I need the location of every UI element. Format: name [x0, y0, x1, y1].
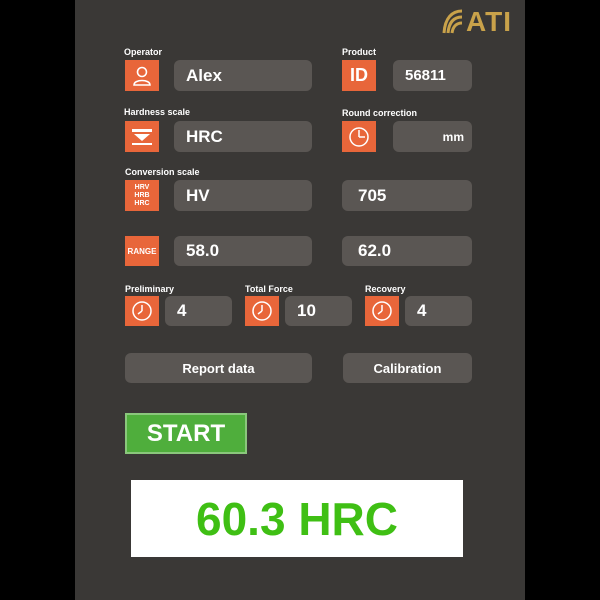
clock-icon: [132, 301, 152, 321]
operator-field[interactable]: Alex: [174, 60, 312, 91]
hardness-scale-label: Hardness scale: [124, 107, 191, 117]
range-max-field[interactable]: 62.0: [342, 236, 472, 266]
dial-icon: [349, 126, 369, 147]
range-icon-text: RANGE: [127, 246, 157, 256]
preliminary-field[interactable]: 4: [165, 296, 232, 326]
indenter-icon: [132, 128, 152, 145]
result-display: 60.3 HRC: [131, 480, 463, 557]
operator-icon-button[interactable]: [125, 60, 159, 91]
preliminary-label: Preliminary: [125, 284, 175, 294]
preliminary-value: 4: [177, 301, 187, 320]
hardness-scale-field[interactable]: HRC: [174, 121, 312, 152]
recovery-field[interactable]: 4: [405, 296, 472, 326]
recovery-value: 4: [417, 301, 427, 320]
start-label: START: [146, 419, 226, 447]
round-correction-field[interactable]: mm: [393, 121, 472, 152]
conversion-scale-icon-button[interactable]: HRV HRB HRC: [125, 180, 159, 211]
user-icon: [133, 66, 151, 86]
swoosh-logo-icon: [442, 9, 463, 34]
hardness-scale-value: HRC: [186, 126, 223, 146]
operator-label: Operator: [124, 47, 163, 57]
converted-value-field: 705: [342, 180, 472, 211]
recovery-icon-button[interactable]: [365, 296, 399, 326]
scale-hrb-text: HRB: [134, 191, 150, 199]
product-value: 56811: [405, 67, 446, 84]
range-min-field[interactable]: 58.0: [174, 236, 312, 266]
scale-hrc-text: HRC: [134, 199, 150, 207]
conversion-scale-field[interactable]: HV: [174, 180, 312, 211]
recovery-label: Recovery: [365, 284, 406, 294]
converted-value: 705: [358, 185, 387, 205]
result-value: 60.3 HRC: [196, 492, 398, 545]
product-field[interactable]: 56811: [393, 60, 472, 91]
calibration-button[interactable]: Calibration: [343, 353, 472, 383]
round-correction-icon-button[interactable]: [342, 121, 376, 152]
report-data-button[interactable]: Report data: [125, 353, 312, 383]
start-button[interactable]: START: [125, 413, 247, 454]
range-max-value: 62.0: [358, 241, 392, 260]
conversion-scale-value: HV: [186, 185, 210, 205]
product-label: Product: [342, 47, 377, 57]
round-correction-label: Round correction: [342, 108, 418, 118]
preliminary-icon-button[interactable]: [125, 296, 159, 326]
product-id-button[interactable]: ID: [342, 60, 376, 91]
round-correction-unit: mm: [442, 129, 464, 144]
hardness-scale-icon-button[interactable]: [125, 121, 159, 152]
report-data-label: Report data: [182, 360, 255, 376]
total-force-field[interactable]: 10: [285, 296, 352, 326]
ati-logo: ATI: [440, 6, 512, 38]
id-icon: ID: [350, 65, 368, 85]
total-force-value: 10: [297, 301, 316, 320]
logo-text: ATI: [466, 6, 513, 37]
range-icon-button[interactable]: RANGE: [125, 236, 159, 266]
scale-hrv-text: HRV: [134, 183, 150, 191]
calibration-label: Calibration: [373, 360, 442, 376]
clock-icon: [372, 301, 392, 321]
conversion-scale-label: Conversion scale: [125, 167, 200, 177]
clock-icon: [252, 301, 272, 321]
operator-value: Alex: [186, 65, 222, 85]
range-min-value: 58.0: [186, 241, 220, 260]
total-force-label: Total Force: [245, 284, 293, 294]
total-force-icon-button[interactable]: [245, 296, 279, 326]
